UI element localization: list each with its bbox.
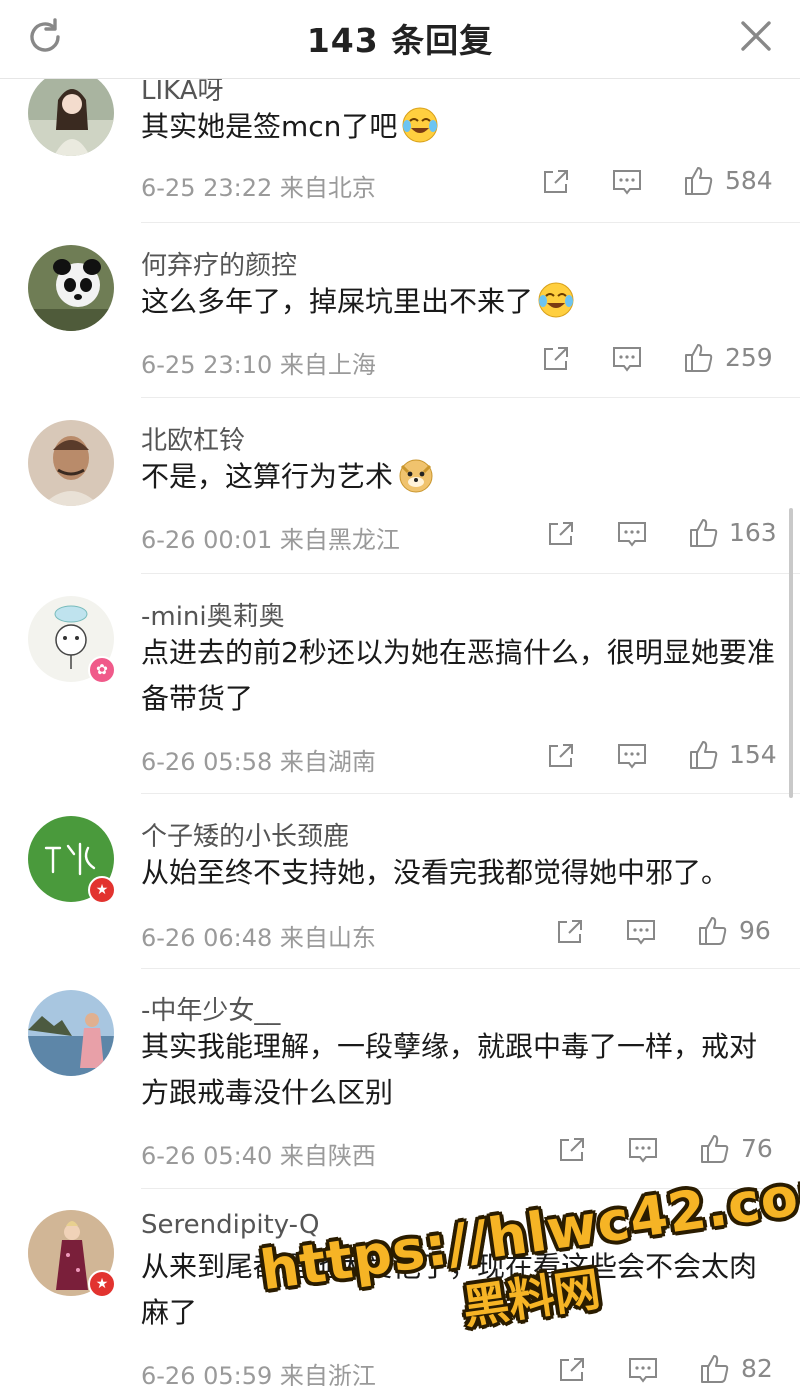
divider xyxy=(141,222,800,223)
comment-username[interactable]: Serendipity-Q xyxy=(141,1210,319,1240)
avatar[interactable] xyxy=(28,78,114,156)
comment-text: 不是，这算行为艺术 xyxy=(141,454,781,500)
comment-meta: 6-26 00:01 来自黑龙江 xyxy=(141,520,400,555)
divider xyxy=(141,573,800,574)
reply-list: LIKA呀 其实她是签mcn了吧 6-25 23:22 来自北京 584 何弃疗… xyxy=(0,78,800,1386)
verified-badge: ★ xyxy=(88,876,116,904)
share-icon[interactable] xyxy=(540,166,572,198)
comment-location: 来自黑龙江 xyxy=(279,526,400,554)
share-icon[interactable] xyxy=(554,916,586,948)
comment-text: 其实我能理解，一段孽缘，就跟中毒了一样，戒对方跟戒毒没什么区别 xyxy=(141,1030,758,1109)
comment-location: 来自北京 xyxy=(279,174,376,202)
like-count: 259 xyxy=(725,343,773,372)
comment-meta: 6-26 05:58 来自湖南 xyxy=(141,742,376,777)
verified-badge: ★ xyxy=(88,1270,116,1298)
member-badge: ✿ xyxy=(88,656,116,684)
avatar[interactable] xyxy=(28,245,114,331)
comment-icon[interactable] xyxy=(627,1354,659,1386)
comment-time: 6-26 06:48 xyxy=(141,924,273,952)
share-icon[interactable] xyxy=(540,343,572,375)
comment-meta: 6-25 23:10 来自上海 xyxy=(141,345,376,380)
comment-username[interactable]: -mini奥莉奥 xyxy=(141,596,285,633)
divider xyxy=(141,1188,800,1189)
comment-text: 从始至终不支持她，没看完我都觉得她中邪了。 xyxy=(141,856,730,889)
share-icon[interactable] xyxy=(545,740,577,772)
comment-meta: 6-25 23:22 来自北京 xyxy=(141,168,376,203)
comment-time: 6-25 23:22 xyxy=(141,174,273,202)
laugh-cry-emoji xyxy=(402,107,438,143)
comment-time: 6-26 05:58 xyxy=(141,748,273,776)
comment-location: 来自湖南 xyxy=(279,748,376,776)
comment-text: 点进去的前2秒还以为她在恶搞什么，很明显她要准备带货了 xyxy=(141,636,775,715)
comment-text: 其实她是签mcn了吧 xyxy=(141,104,781,150)
thumbs-up-icon[interactable] xyxy=(698,1132,730,1164)
thumbs-up-icon[interactable] xyxy=(682,164,714,196)
comment-username[interactable]: 北欧杠铃 xyxy=(141,420,245,457)
comment-icon[interactable] xyxy=(616,518,648,550)
like-count: 154 xyxy=(729,740,777,769)
doge-emoji xyxy=(399,459,433,493)
comment-username[interactable]: 何弃疗的颜控 xyxy=(141,245,297,282)
thumbs-up-icon[interactable] xyxy=(682,341,714,373)
comment-time: 6-26 05:40 xyxy=(141,1142,273,1170)
comment-location: 来自陕西 xyxy=(279,1142,376,1170)
comment-time: 6-26 00:01 xyxy=(141,526,273,554)
comment-location: 来自浙江 xyxy=(279,1362,376,1386)
comment-username[interactable]: 个子矮的小长颈鹿 xyxy=(141,816,349,853)
thumbs-up-icon[interactable] xyxy=(696,914,728,946)
share-icon[interactable] xyxy=(545,518,577,550)
comment-meta: 6-26 05:40 来自陕西 xyxy=(141,1136,376,1171)
comment-icon[interactable] xyxy=(625,916,657,948)
comment-icon[interactable] xyxy=(611,343,643,375)
comment-location: 来自上海 xyxy=(279,351,376,379)
laugh-cry-emoji xyxy=(538,282,574,318)
comment-meta: 6-26 05:59 来自浙江 xyxy=(141,1356,376,1386)
avatar[interactable] xyxy=(28,420,114,506)
divider xyxy=(141,968,800,969)
comment-location: 来自山东 xyxy=(279,924,376,952)
like-count: 163 xyxy=(729,518,777,547)
thumbs-up-icon[interactable] xyxy=(687,516,719,548)
divider xyxy=(141,793,800,794)
like-count: 584 xyxy=(725,166,773,195)
like-count: 82 xyxy=(741,1354,773,1383)
comment-meta: 6-26 06:48 来自山东 xyxy=(141,918,376,953)
close-icon[interactable] xyxy=(738,18,774,54)
comment-time: 6-26 05:59 xyxy=(141,1362,273,1386)
comment-username[interactable]: -中年少女__ xyxy=(141,990,280,1027)
share-icon[interactable] xyxy=(556,1354,588,1386)
top-bar: 143 条回复 xyxy=(0,0,800,79)
comment-icon[interactable] xyxy=(627,1134,659,1166)
like-count: 76 xyxy=(741,1134,773,1163)
comment-icon[interactable] xyxy=(611,166,643,198)
comment-username[interactable]: LIKA呀 xyxy=(141,78,224,107)
comment-icon[interactable] xyxy=(616,740,648,772)
avatar[interactable] xyxy=(28,990,114,1076)
comment-text: 从来到尾都是她太爱他了，现在看这些会不会太肉麻了 xyxy=(141,1250,758,1329)
comment-text: 这么多年了，掉屎坑里出不来了 xyxy=(141,279,781,325)
scrollbar[interactable] xyxy=(789,508,793,798)
thumbs-up-icon[interactable] xyxy=(698,1352,730,1384)
thumbs-up-icon[interactable] xyxy=(687,738,719,770)
like-count: 96 xyxy=(739,916,771,945)
share-icon[interactable] xyxy=(556,1134,588,1166)
page-title: 143 条回复 xyxy=(306,21,494,60)
divider xyxy=(141,397,800,398)
comment-time: 6-25 23:10 xyxy=(141,351,273,379)
